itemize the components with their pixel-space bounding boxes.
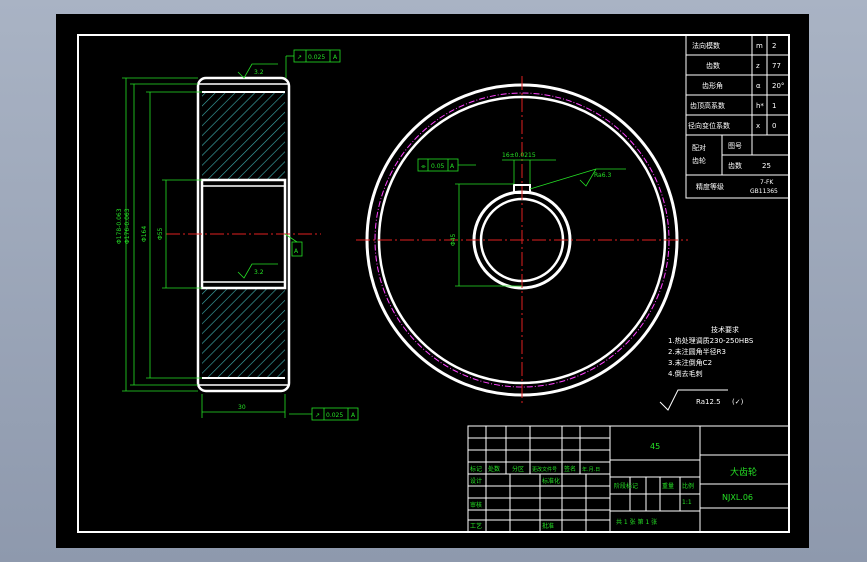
- dim-width: 30: [238, 404, 246, 411]
- param-label-4: 径向变位系数: [688, 121, 730, 130]
- tech-req-title: 技术要求: [711, 325, 739, 334]
- tb-label-sign: 签名: [564, 465, 576, 473]
- tb-label-stage: 阶段标记: [614, 482, 638, 490]
- tb-part-name: 大齿轮: [730, 466, 757, 478]
- runout-value-top: 0.025: [308, 54, 325, 61]
- pair-row2-label: 齿数: [728, 161, 742, 170]
- precision-val2: GB11365: [750, 188, 778, 195]
- bore-diameter: Φ45: [450, 233, 457, 246]
- precision-val1: 7-FK: [760, 179, 774, 186]
- keyway-roughness: Ra6.3: [594, 172, 611, 179]
- svg-text:α: α: [756, 82, 761, 90]
- dim-tip-diameter: Φ178-0.063: [116, 208, 123, 244]
- tb-label-approve: 批准: [542, 522, 554, 530]
- pair-side-1: 配对: [692, 143, 706, 152]
- tb-label-process: 工艺: [470, 522, 482, 530]
- keyway-dimension: 16±0.0215: [502, 152, 536, 159]
- runout-datum-bottom: A: [351, 412, 356, 419]
- param-label-3: 齿顶高系数: [690, 101, 725, 110]
- tech-req-item-3: 3.未注倒角C2: [668, 358, 712, 367]
- runout-datum-top: A: [333, 54, 338, 61]
- dim-hub-diameter: Φ55: [157, 227, 164, 240]
- tech-req-item-4: 4.倒去毛刺: [668, 369, 703, 378]
- pair-side-2: 齿轮: [692, 156, 706, 165]
- general-roughness: Ra12.5: [696, 398, 721, 406]
- svg-text:m: m: [756, 42, 763, 50]
- parameter-table: 法向模数 m 2 齿数 z 77 齿形角 α 20° 齿顶高系数 h* 1 径向…: [685, 34, 790, 199]
- tech-req-item-2: 2.未注圆角半径R3: [668, 347, 726, 356]
- hatch-lower: [202, 288, 285, 378]
- param-label-0: 法向模数: [692, 41, 720, 50]
- drawing-viewport[interactable]: Φ178-0.063 Φ176-0.063 Φ164 Φ55 30 ↗ 0.02…: [56, 14, 809, 548]
- tb-label-standard: 标准化: [542, 477, 560, 485]
- svg-text:20°: 20°: [772, 82, 784, 90]
- svg-text:h*: h*: [756, 102, 764, 110]
- tb-sheet: 共 1 张 第 1 张: [616, 518, 657, 526]
- svg-text:0: 0: [772, 122, 776, 130]
- general-roughness-suffix: (✓): [732, 398, 744, 406]
- gear-front-view: 16±0.0215 ⌯ 0.05 A Φ45 Ra6.3: [356, 76, 688, 404]
- roughness-top: 3.2: [254, 69, 264, 76]
- symmetry-symbol: ⌯: [421, 163, 426, 170]
- tb-label-design: 设计: [470, 477, 482, 485]
- svg-text:1: 1: [772, 102, 776, 110]
- gear-section-view: Φ178-0.063 Φ176-0.063 Φ164 Φ55 30 ↗ 0.02…: [116, 49, 359, 421]
- title-block: 标记 处数 分区 更改文件号 签名 年.月.日 设计 标准化 审核 工艺 批准 …: [467, 425, 790, 533]
- symmetry-datum: A: [450, 163, 455, 170]
- param-label-1: 齿数: [706, 61, 720, 70]
- technical-requirements: 技术要求 1.热处理调质230-250HBS 2.未注圆角半径R3 3.未注倒角…: [659, 325, 754, 411]
- roughness-bottom: 3.2: [254, 269, 264, 276]
- svg-text:77: 77: [772, 62, 781, 70]
- param-label-2: 齿形角: [702, 81, 723, 90]
- dim-mid-diameter: Φ164: [141, 226, 148, 242]
- tb-label-weight: 重量: [662, 482, 674, 490]
- runout-symbol-top: ↗: [297, 54, 302, 61]
- hatch-upper: [202, 92, 285, 180]
- tb-label-review: 审核: [470, 501, 482, 509]
- tech-req-item-1: 1.热处理调质230-250HBS: [668, 336, 754, 345]
- cad-drawing: Φ178-0.063 Φ176-0.063 Φ164 Φ55 30 ↗ 0.02…: [77, 34, 790, 533]
- datum-label: A: [294, 248, 299, 255]
- tb-label-scale: 比例: [682, 482, 694, 490]
- svg-text:25: 25: [762, 162, 771, 170]
- symmetry-tolerance: 0.05: [431, 163, 445, 170]
- tb-label-date: 年.月.日: [582, 466, 600, 473]
- tb-label-change: 更改文件号: [532, 466, 557, 473]
- runout-value-bottom: 0.025: [326, 412, 343, 419]
- svg-text:x: x: [756, 122, 760, 130]
- tb-drawing-no: NJXL.06: [722, 493, 753, 502]
- svg-text:2: 2: [772, 42, 776, 50]
- dim-root-diameter: Φ176-0.063: [124, 208, 131, 244]
- tb-label-mark: 标记: [470, 465, 482, 473]
- svg-text:z: z: [756, 62, 760, 70]
- tb-material: 45: [650, 442, 660, 451]
- runout-symbol-bottom: ↗: [315, 412, 320, 419]
- tb-label-zone: 分区: [512, 465, 524, 473]
- tb-scale-value: 1:1: [682, 499, 692, 506]
- tb-label-count: 处数: [488, 465, 500, 473]
- drawing-frame: [77, 34, 790, 533]
- precision-label: 精度等级: [696, 182, 724, 191]
- pair-row1-label: 图号: [728, 142, 742, 150]
